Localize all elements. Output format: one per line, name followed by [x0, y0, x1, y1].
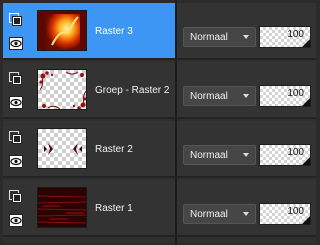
layer-row-raster-3[interactable]: Raster 3: [3, 3, 175, 60]
slider-handle-icon[interactable]: [302, 39, 310, 47]
layer-name: Raster 1: [95, 203, 133, 214]
layer-thumbnail: [37, 128, 87, 169]
layer-controls-raster-3: Normaal 100: [177, 3, 316, 60]
opacity-field[interactable]: 100: [259, 203, 311, 225]
layer-controls-raster-1: Normaal 100: [177, 180, 316, 237]
layer-thumbnail: [37, 10, 87, 51]
blend-mode-dropdown[interactable]: Normaal: [183, 145, 256, 165]
slider-handle-icon[interactable]: [302, 157, 310, 165]
eye-icon[interactable]: [9, 155, 23, 168]
layer-controls-groep-raster-2: Normaal 100: [177, 62, 316, 119]
blend-mode-value: Normaal: [190, 150, 228, 161]
chevron-down-icon: [243, 212, 249, 216]
layer-name: Groep - Raster 2: [95, 85, 170, 96]
layer-name: Raster 3: [95, 26, 133, 37]
layer-properties: Normaal 100 Normaal 100 Normaal 100 Norm…: [177, 3, 316, 243]
chevron-down-icon: [243, 94, 249, 98]
layer-group-icon[interactable]: [9, 72, 23, 85]
slider-handle-icon[interactable]: [302, 98, 310, 106]
eye-icon[interactable]: [9, 96, 23, 109]
layer-name: Raster 2: [95, 144, 133, 155]
opacity-field[interactable]: 100: [259, 26, 311, 48]
layer-group-icon[interactable]: [9, 131, 23, 144]
layer-thumbnail: [37, 69, 87, 110]
layer-list: Raster 3 Groep - Raster 2 Raster 2 Raste…: [3, 3, 175, 243]
layer-row-raster-1[interactable]: Raster 1: [3, 180, 175, 237]
chevron-down-icon: [243, 35, 249, 39]
blend-mode-dropdown[interactable]: Normaal: [183, 204, 256, 224]
blend-mode-dropdown[interactable]: Normaal: [183, 27, 256, 47]
blend-mode-value: Normaal: [190, 209, 228, 220]
layer-thumbnail: [37, 187, 87, 228]
slider-handle-icon[interactable]: [302, 216, 310, 224]
blend-mode-value: Normaal: [190, 91, 228, 102]
layer-group-icon[interactable]: [9, 13, 23, 26]
layers-palette: Raster 3 Groep - Raster 2 Raster 2 Raste…: [0, 0, 316, 245]
opacity-field[interactable]: 100: [259, 85, 311, 107]
layer-controls-raster-2: Normaal 100: [177, 121, 316, 178]
opacity-field[interactable]: 100: [259, 144, 311, 166]
blend-mode-value: Normaal: [190, 32, 228, 43]
chevron-down-icon: [243, 153, 249, 157]
blend-mode-dropdown[interactable]: Normaal: [183, 86, 256, 106]
layer-row-raster-2[interactable]: Raster 2: [3, 121, 175, 178]
eye-icon[interactable]: [9, 37, 23, 50]
layer-group-icon[interactable]: [9, 190, 23, 203]
eye-icon[interactable]: [9, 214, 23, 227]
layer-row-groep-raster-2[interactable]: Groep - Raster 2: [3, 62, 175, 119]
